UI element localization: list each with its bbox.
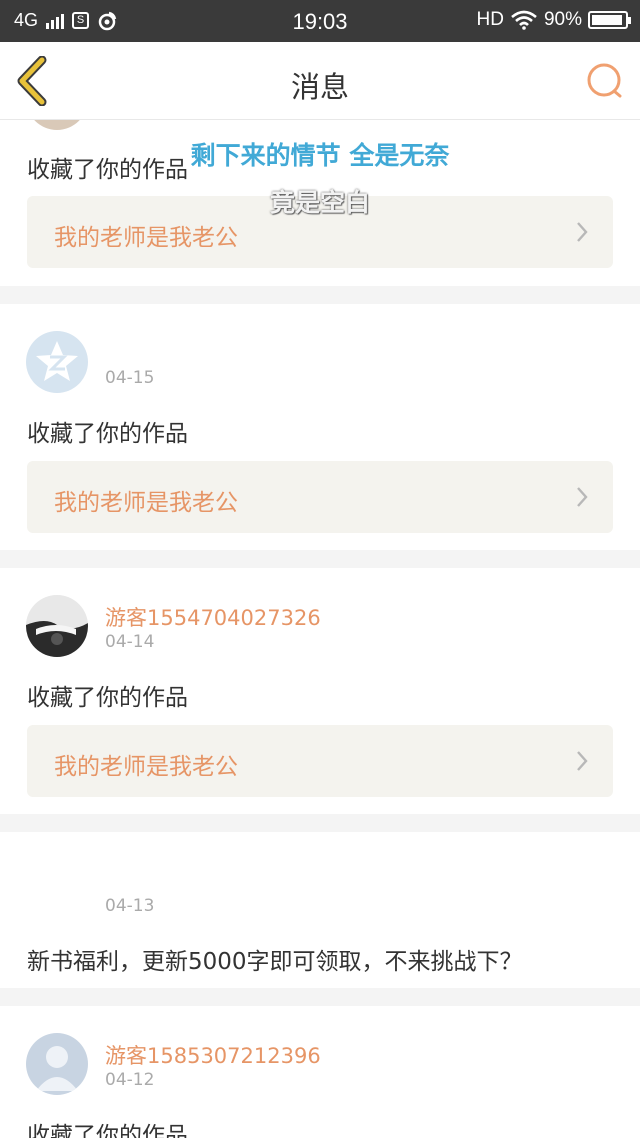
lyric-line-1: 剩下来的情节 全是无奈 [190,141,450,170]
chevron-right-icon [577,751,588,771]
work-link[interactable]: 我的老师是我老公 [27,725,613,797]
work-title: 我的老师是我老公 [54,754,238,780]
message-text: 收藏了你的作品 [27,685,188,711]
status-bar: 4G S 19:03 HD 90% [0,0,640,42]
work-title: 我的老师是我老公 [54,490,238,516]
message-text: 收藏了你的作品 [27,1123,188,1138]
chevron-right-icon [577,487,588,507]
avatar[interactable] [26,331,88,393]
page-title: 消息 [290,70,349,104]
message-item: 游客1585307212396 04-12 收藏了你的作品 [0,1006,640,1138]
avatar[interactable] [26,595,88,657]
message-date: 04-15 [105,368,155,388]
username[interactable]: 游客1585307212396 [105,1040,321,1070]
battery-icon [588,11,631,29]
battery-percent: 90% [543,9,582,30]
message-item: 04-13 新书福利，更新5000字即可领取，不来挑战下？ [0,832,640,988]
status-right: HD 90% [476,9,631,31]
message-text: 新书福利，更新5000字即可领取，不来挑战下？ [27,949,523,975]
message-date: 04-14 [105,632,155,652]
username[interactable]: 游客1554704027326 [105,602,321,632]
photo-avatar-icon [26,595,88,657]
message-date: 04-12 [105,1070,155,1090]
avatar[interactable] [26,1033,88,1095]
search-button[interactable] [584,60,626,102]
message-item: 04-15 收藏了你的作品 我的老师是我老公 [0,304,640,550]
qzone-icon [36,341,78,381]
wifi-icon [511,10,537,30]
app-header: 消息 [0,42,640,120]
default-user-icon [36,1046,78,1091]
lyric-line-2: 竟是空白 [269,188,370,217]
chevron-right-icon [577,222,588,242]
message-item: 游客1554704027326 04-14 收藏了你的作品 我的老师是我老公 [0,568,640,814]
message-text: 收藏了你的作品 [27,421,188,447]
work-title: 我的老师是我老公 [54,225,238,251]
hd-label: HD [476,9,504,30]
message-date: 04-13 [105,896,155,916]
search-icon [587,63,622,98]
work-link[interactable]: 我的老师是我老公 [27,461,613,533]
